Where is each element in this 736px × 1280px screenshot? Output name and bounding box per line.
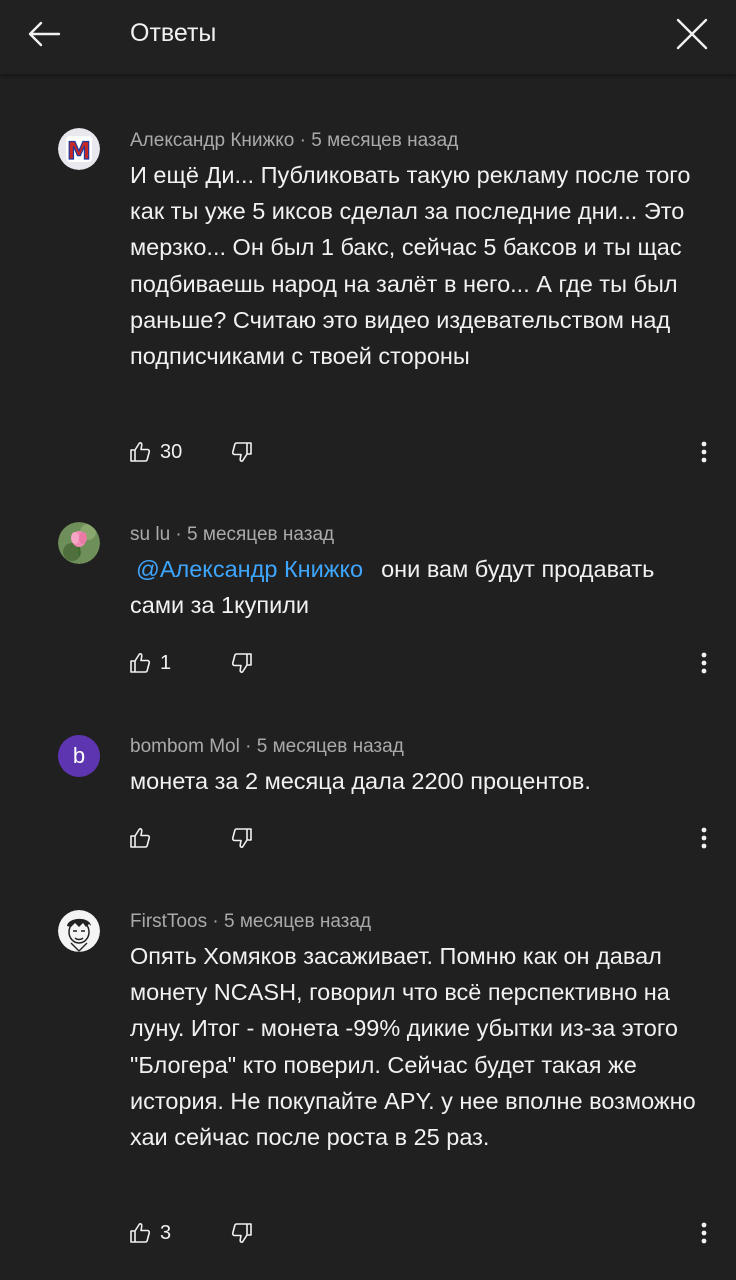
comment-actions: 30	[0, 432, 736, 472]
thumbs-down-icon	[231, 442, 252, 462]
more-vertical-icon	[701, 441, 707, 463]
more-options-button[interactable]	[690, 818, 718, 858]
like-count: 30	[160, 440, 183, 463]
meta-separator: ·	[294, 130, 312, 151]
meta-separator: ·	[239, 736, 257, 757]
comment-meta: su lu · 5 месяцев назад	[130, 523, 334, 547]
dislike-button[interactable]	[230, 643, 254, 683]
meta-separator: ·	[207, 911, 224, 932]
avatar-letter: b	[58, 735, 100, 777]
more-options-button[interactable]	[690, 643, 718, 683]
comment-actions: 3	[0, 1213, 736, 1253]
comment-author[interactable]: Александр Книжко	[130, 130, 294, 151]
avatar-image	[58, 522, 100, 564]
comment-meta: Александр Книжко · 5 месяцев назад	[130, 129, 458, 153]
comment-author[interactable]: su lu	[130, 524, 170, 545]
comment-meta: FirstToos · 5 месяцев назад	[130, 910, 371, 934]
comment-author[interactable]: bombom Mol	[130, 736, 240, 757]
comment-time: 5 месяцев назад	[223, 911, 372, 932]
thumbs-up-icon	[130, 828, 151, 848]
like-count: 3	[160, 1221, 172, 1244]
like-button[interactable]	[128, 818, 160, 858]
page-title: Ответы	[130, 19, 217, 47]
comment-author[interactable]: FirstToos	[130, 911, 207, 932]
close-icon	[676, 18, 708, 50]
comment-text: Опять Хомяков засаживает. Помню как он д…	[130, 943, 696, 1151]
thumbs-up-icon	[130, 442, 151, 462]
avatar[interactable]	[58, 910, 100, 952]
more-options-button[interactable]	[690, 1213, 718, 1253]
back-button[interactable]	[18, 8, 70, 60]
thumbs-up-icon	[130, 653, 151, 673]
comment-actions	[0, 818, 736, 858]
arrow-left-icon	[28, 21, 61, 47]
more-vertical-icon	[701, 827, 707, 849]
thumbs-down-icon	[231, 653, 252, 673]
meta-separator: ·	[170, 524, 188, 545]
top-bar: Ответы	[0, 0, 736, 74]
comment-time: 5 месяцев назад	[256, 736, 404, 757]
like-button[interactable]: 3	[128, 1213, 171, 1253]
thumbs-down-icon	[231, 828, 252, 848]
like-button[interactable]: 1	[128, 643, 171, 683]
comment-text: монета за 2 месяца дала 2200 процентов.	[130, 768, 591, 794]
avatar[interactable]: M	[58, 128, 100, 170]
dislike-button[interactable]	[230, 432, 254, 472]
thumbs-down-icon	[231, 1223, 252, 1243]
avatar[interactable]	[58, 522, 100, 564]
avatar-image	[58, 910, 100, 952]
more-options-button[interactable]	[690, 432, 718, 472]
comment-actions: 1	[0, 643, 736, 683]
comment-time: 5 месяцев назад	[187, 524, 335, 545]
comment-text: @Александр Книжко они вам будут продавать…	[130, 551, 705, 623]
more-vertical-icon	[701, 1222, 707, 1244]
svg-text:M: M	[67, 137, 91, 165]
dislike-button[interactable]	[230, 1213, 254, 1253]
like-count: 1	[160, 651, 172, 674]
avatar-image: M	[58, 128, 100, 170]
dislike-button[interactable]	[230, 818, 254, 858]
thumbs-up-icon	[130, 1223, 151, 1243]
mention-link[interactable]: @Александр Книжко	[136, 556, 363, 582]
like-button[interactable]: 30	[128, 432, 182, 472]
avatar[interactable]: b	[58, 735, 100, 777]
comment-meta: bombom Mol · 5 месяцев назад	[130, 735, 404, 759]
close-button[interactable]	[666, 8, 718, 60]
comment-time: 5 месяцев назад	[311, 130, 459, 151]
more-vertical-icon	[701, 652, 707, 674]
comment-text: И ещё Ди... Публиковать такую рекламу по…	[130, 162, 691, 370]
